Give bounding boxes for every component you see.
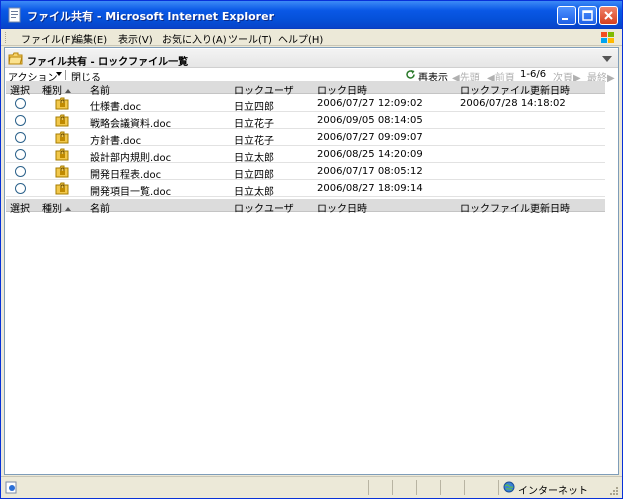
row-lock-user: 日立太郎	[234, 187, 274, 198]
row-lock-user: 日立太郎	[234, 153, 274, 164]
status-bar: インターネット	[1, 476, 622, 498]
security-zone: インターネット	[518, 486, 588, 497]
menu-favorites[interactable]: お気に入り(A)	[162, 31, 227, 46]
page-content: ファイル共有 - ロックファイル一覧 アクション 閉じる 再表示 ◀先頭 ◀前頁…	[4, 47, 619, 475]
row-lock-date: 2006/08/27 18:09:14	[317, 183, 423, 194]
status-divider	[464, 480, 465, 495]
row-select-radio[interactable]	[15, 149, 26, 160]
status-divider	[440, 480, 441, 495]
locked-folder-icon	[55, 114, 69, 127]
table-row[interactable]: 仕様書.doc 日立四郎 2006/07/27 12:09:02 2006/07…	[6, 95, 605, 113]
row-lock-user: 日立花子	[234, 119, 274, 130]
refresh-icon[interactable]	[405, 69, 416, 80]
browser-window: ファイル共有 - Microsoft Internet Explorer ファイ…	[0, 0, 623, 499]
row-lock-date: 2006/09/05 08:14:05	[317, 115, 423, 126]
row-select-radio[interactable]	[15, 98, 26, 109]
sort-asc-icon	[65, 207, 71, 211]
collapse-arrow-icon[interactable]	[602, 56, 612, 62]
resize-grip-icon[interactable]	[608, 485, 619, 496]
row-name[interactable]: 方針書.doc	[90, 132, 141, 147]
table-row[interactable]: 戦略会議資料.doc 日立花子 2006/09/05 08:14:05	[6, 112, 605, 130]
row-lock-user: 日立四郎	[234, 170, 274, 181]
close-icon	[604, 11, 613, 20]
menu-tools[interactable]: ツール(T)	[228, 31, 272, 46]
status-divider	[368, 480, 369, 495]
close-window-button[interactable]	[599, 6, 618, 25]
footer-updated[interactable]: ロックファイル更新日時	[460, 200, 570, 215]
page-title: ファイル共有 - ロックファイル一覧	[27, 57, 189, 68]
table-header: 選択 種別 名前 ロックユーザ ロック日時 ロックファイル更新日時	[6, 81, 605, 97]
ie-page-icon	[8, 7, 21, 23]
locked-folder-icon	[55, 148, 69, 161]
table-row[interactable]: 開発項目一覧.doc 日立太郎 2006/08/27 18:09:14	[6, 180, 605, 198]
footer-lock-date[interactable]: ロック日時	[317, 200, 367, 215]
locked-folder-icon	[55, 97, 69, 110]
maximize-button[interactable]	[578, 6, 597, 25]
table-footer-header: 選択 種別 名前 ロックユーザ ロック日時 ロックファイル更新日時	[6, 199, 605, 215]
row-select-radio[interactable]	[15, 183, 26, 194]
title-bar[interactable]: ファイル共有 - Microsoft Internet Explorer	[1, 1, 622, 29]
status-divider	[416, 480, 417, 495]
table-row[interactable]: 開発日程表.doc 日立四郎 2006/07/17 08:05:12	[6, 163, 605, 181]
folder-icon	[8, 52, 23, 65]
toolbar: アクション 閉じる 再表示 ◀先頭 ◀前頁 1-6/6 次頁▶ 最終▶	[5, 69, 618, 84]
toolbar-divider	[65, 70, 66, 80]
row-select-radio[interactable]	[15, 115, 26, 126]
row-name[interactable]: 仕様書.doc	[90, 98, 141, 113]
menu-file[interactable]: ファイル(F)	[21, 31, 75, 46]
locked-folder-icon	[55, 131, 69, 144]
row-name[interactable]: 開発日程表.doc	[90, 166, 161, 181]
minimize-icon	[562, 18, 568, 20]
footer-select: 選択	[10, 204, 30, 215]
windows-flag-icon	[601, 32, 614, 43]
row-lock-user: 日立四郎	[234, 102, 274, 113]
page-header: ファイル共有 - ロックファイル一覧	[5, 49, 618, 68]
row-name[interactable]: 設計部内規則.doc	[90, 149, 171, 164]
table-row[interactable]: 設計部内規則.doc 日立太郎 2006/08/25 14:20:09	[6, 146, 605, 164]
row-select-radio[interactable]	[15, 132, 26, 143]
row-name[interactable]: 戦略会議資料.doc	[90, 115, 171, 130]
window-title: ファイル共有 - Microsoft Internet Explorer	[27, 10, 274, 23]
locked-folder-icon	[55, 182, 69, 195]
vertical-scroll-area	[606, 81, 618, 475]
row-lock-date: 2006/07/27 09:09:07	[317, 132, 423, 143]
footer-kind-label: 種別	[42, 204, 62, 215]
table-row[interactable]: 方針書.doc 日立花子 2006/07/27 09:09:07	[6, 129, 605, 147]
row-updated: 2006/07/28 14:18:02	[460, 98, 566, 109]
row-lock-date: 2006/08/25 14:20:09	[317, 149, 423, 160]
row-lock-user: 日立花子	[234, 136, 274, 147]
page-range: 1-6/6	[520, 69, 547, 80]
status-divider	[392, 480, 393, 495]
row-lock-date: 2006/07/27 12:09:02	[317, 98, 423, 109]
menu-grip[interactable]	[5, 32, 8, 43]
menu-help[interactable]: ヘルプ(H)	[278, 31, 323, 46]
ie-page-icon	[5, 481, 17, 494]
maximize-icon	[582, 10, 593, 21]
globe-icon	[503, 481, 515, 493]
row-name[interactable]: 開発項目一覧.doc	[90, 183, 171, 198]
footer-name[interactable]: 名前	[90, 200, 110, 215]
status-divider	[498, 480, 499, 495]
row-lock-date: 2006/07/17 08:05:12	[317, 166, 423, 177]
sort-asc-icon	[65, 89, 71, 93]
chevron-down-icon[interactable]	[56, 72, 62, 76]
minimize-button[interactable]	[557, 6, 576, 25]
menu-view[interactable]: 表示(V)	[118, 31, 153, 46]
footer-kind[interactable]: 種別	[42, 200, 71, 215]
row-select-radio[interactable]	[15, 166, 26, 177]
locked-folder-icon	[55, 165, 69, 178]
footer-lock-user[interactable]: ロックユーザ	[234, 200, 294, 215]
menu-bar: ファイル(F) 編集(E) 表示(V) お気に入り(A) ツール(T) ヘルプ(…	[1, 29, 622, 46]
menu-edit[interactable]: 編集(E)	[73, 31, 107, 46]
